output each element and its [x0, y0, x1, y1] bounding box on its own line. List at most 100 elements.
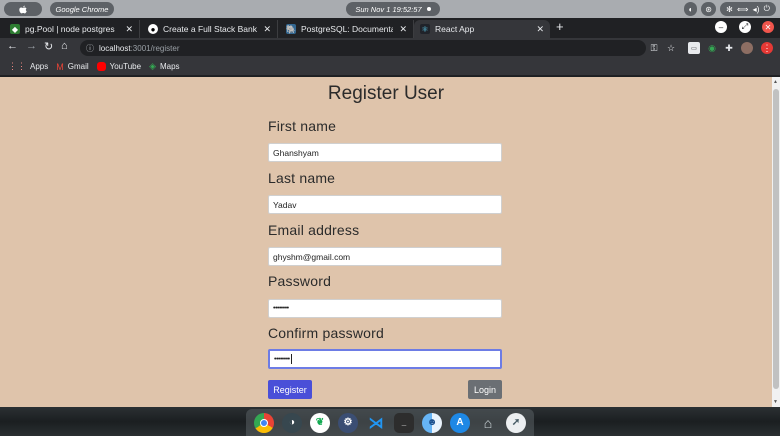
bookmark-apps[interactable]: ⋮⋮ Apps — [8, 61, 48, 72]
vscode-icon[interactable]: ⋊ — [366, 413, 386, 433]
new-tab-plus-icon[interactable]: + — [556, 19, 564, 34]
email-value: ghyshm@gmail.com — [273, 251, 351, 262]
site-info-icon[interactable]: ⓘ — [86, 43, 94, 54]
first-name-label: First name — [268, 118, 337, 134]
clock-text: Sun Nov 1 19:52:57 — [355, 4, 422, 14]
postman-icon[interactable]: ⚙ — [338, 412, 358, 433]
bookmark-youtube[interactable]: YouTube — [96, 62, 142, 71]
mongodb-icon[interactable]: ❦ — [310, 412, 330, 433]
tab-postgresql-docs[interactable]: 🐘 PostgreSQL: Documentation ✕ — [280, 20, 414, 38]
extension-green-icon[interactable]: ◉ — [706, 42, 718, 54]
bookmark-label: Gmail — [67, 62, 89, 71]
settings-icon: ✻ — [726, 4, 733, 14]
maps-icon: ◈ — [149, 61, 156, 71]
page-scrollbar[interactable]: ▲ ▼ — [772, 77, 780, 407]
app-store-icon[interactable]: A — [450, 412, 470, 433]
key-icon[interactable]: ⚿ — [648, 42, 660, 54]
tab-title: pg.Pool | node postgres — [25, 24, 115, 34]
email-label: Email address — [268, 222, 360, 238]
node-postgres-favicon-icon: ◆ — [10, 24, 20, 34]
scroll-up-arrow-icon[interactable]: ▲ — [773, 79, 778, 85]
launchpad-icon[interactable]: ➚ — [506, 412, 526, 433]
bookmark-star-icon[interactable]: ☆ — [665, 42, 677, 54]
first-name-value: Ghanshyam — [273, 147, 319, 158]
browser-toolbar: ← → ↻ ⌂ ⓘ localhost :3001/register ⚿ ☆ ▭… — [0, 38, 780, 58]
bookmark-maps[interactable]: ◈ Maps — [149, 61, 179, 72]
tab-react-app[interactable]: ⚛ React App ✕ — [414, 20, 550, 38]
network-icon: ⟺ — [737, 4, 749, 14]
login-button[interactable]: Login — [468, 380, 502, 399]
clock[interactable]: Sun Nov 1 19:52:57 — [346, 2, 440, 16]
finder-icon[interactable]: ☻ — [422, 412, 442, 433]
extension-screen-icon[interactable]: ▭ — [688, 42, 700, 54]
screen: Google Chrome Sun Nov 1 19:52:57 ◐ ⊛ ✻ ⟺… — [0, 0, 780, 436]
confirm-password-value: •••••••• — [274, 355, 290, 363]
confirm-password-label: Confirm password — [268, 325, 385, 341]
tab-title: Create a Full Stack Banking — [163, 24, 258, 34]
register-button[interactable]: Register — [268, 380, 312, 399]
extensions-puzzle-icon[interactable]: ✚ — [723, 42, 735, 54]
text-caret — [290, 354, 292, 364]
chrome-icon[interactable] — [254, 412, 274, 433]
password-field[interactable]: •••••••• — [268, 299, 502, 318]
accessibility-icon[interactable]: ⊛ — [701, 2, 716, 16]
bookmark-label: YouTube — [109, 62, 142, 71]
tab-pg-pool[interactable]: ◆ pg.Pool | node postgres ✕ — [4, 20, 140, 38]
bookmarks-bar: ⋮⋮ Apps M Gmail YouTube ◈ Maps — [0, 58, 780, 76]
gmail-icon: M — [56, 61, 64, 72]
power-icon: ⏻ — [763, 4, 770, 13]
shield-status-icon[interactable]: ◐ — [684, 2, 698, 16]
system-tray: ◐ ⊛ ✻ ⟺ ◂) ⏻ — [684, 2, 776, 16]
tab-title: PostgreSQL: Documentation — [301, 24, 394, 34]
close-icon[interactable]: ✕ — [263, 24, 271, 35]
back-arrow-icon[interactable]: ← — [7, 40, 18, 52]
close-window-icon[interactable]: ✕ — [762, 21, 774, 33]
address-bar[interactable]: ⓘ localhost :3001/register — [80, 40, 646, 56]
password-label: Password — [268, 273, 332, 289]
last-name-label: Last name — [268, 170, 336, 186]
apple-menu[interactable] — [4, 2, 42, 16]
youtube-icon — [96, 62, 106, 71]
react-favicon-icon: ⚛ — [420, 24, 430, 34]
first-name-field[interactable]: Ghanshyam — [268, 143, 502, 162]
clock-dot-icon — [426, 7, 431, 11]
dock: ◑ ❦ ⚙ ⋊ _ ☻ A ⌂ ➚ — [246, 409, 534, 436]
tab-full-stack-banking[interactable]: ● Create a Full Stack Banking ✕ — [142, 20, 278, 38]
email-field[interactable]: ghyshm@gmail.com — [268, 247, 502, 266]
close-icon[interactable]: ✕ — [125, 24, 133, 35]
password-value: •••••••• — [273, 305, 289, 312]
mac-menubar: Google Chrome Sun Nov 1 19:52:57 ◐ ⊛ ✻ ⟺… — [0, 0, 780, 18]
medium-favicon-icon: ● — [148, 24, 158, 34]
profile-avatar[interactable] — [741, 42, 753, 54]
bookmark-gmail[interactable]: M Gmail — [56, 62, 88, 72]
forward-arrow-icon[interactable]: → — [26, 40, 37, 52]
reload-icon[interactable]: ↻ — [44, 40, 53, 53]
page-title: Register User — [327, 83, 445, 104]
confirm-password-field[interactable]: •••••••• — [268, 349, 502, 369]
tab-title: React App — [435, 24, 475, 34]
url-host: localhost — [99, 43, 131, 53]
system-status-group[interactable]: ✻ ⟺ ◂) ⏻ — [720, 2, 776, 16]
active-app-name[interactable]: Google Chrome — [50, 2, 114, 16]
url-path: :3001/register — [130, 43, 180, 53]
apps-grid-icon: ⋮⋮ — [8, 61, 26, 71]
pgadmin-icon[interactable]: ◑ — [282, 412, 302, 433]
scrollbar-thumb[interactable] — [773, 89, 779, 389]
apple-icon — [19, 5, 27, 13]
trash-icon[interactable]: ⌂ — [478, 413, 498, 433]
tab-strip: ◆ pg.Pool | node postgres ✕ ● Create a F… — [0, 18, 780, 38]
update-menu-icon[interactable]: ⋮ — [761, 42, 773, 54]
bookmark-label: Apps — [30, 62, 49, 71]
last-name-value: Yadav — [273, 199, 297, 210]
last-name-field[interactable]: Yadav — [268, 195, 502, 214]
minimize-window-icon[interactable]: – — [715, 21, 727, 33]
scroll-down-arrow-icon[interactable]: ▼ — [773, 399, 778, 405]
page-viewport: Register User First name Ghanshyam Last … — [0, 77, 772, 407]
terminal-icon[interactable]: _ — [394, 412, 414, 433]
home-icon[interactable]: ⌂ — [61, 40, 68, 52]
close-icon[interactable]: ✕ — [399, 24, 407, 35]
close-icon[interactable]: ✕ — [536, 24, 544, 35]
postgresql-favicon-icon: 🐘 — [286, 24, 296, 34]
maximize-window-icon[interactable]: ⤢ — [739, 21, 751, 33]
bookmark-label: Maps — [159, 62, 180, 71]
